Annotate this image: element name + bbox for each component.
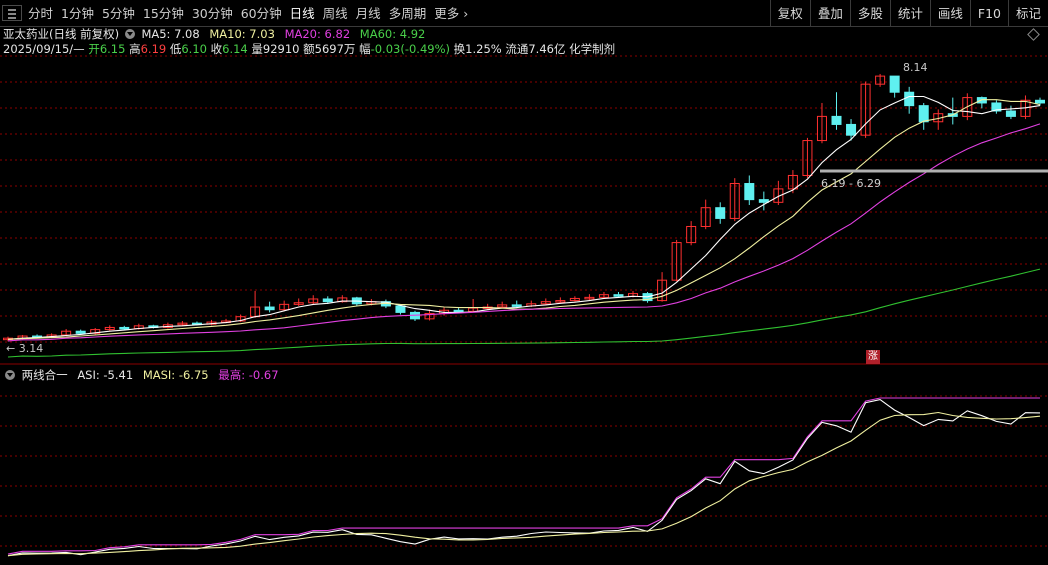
candle-down [119,326,130,330]
candle-down [1034,99,1046,104]
moving-averages [7,95,1041,358]
stock-name: 亚太药业(日线 前复权) [3,27,120,41]
candle-down [453,309,464,313]
change-label: 幅 [359,42,371,56]
close-label: 收 [210,42,223,56]
candle-down [613,294,624,297]
amount-value: 5697万 [314,42,356,56]
candle-down [264,306,275,311]
ma-toggle-icon[interactable] [124,29,135,39]
candle-down [322,298,333,303]
ma20-value: MA20: 6.82 [284,27,351,41]
low-label: 低 [169,42,182,56]
asi-line [7,399,1041,557]
high-price-marker: 8.14 [903,61,928,74]
ma5-value: MA5: 7.08 [141,27,200,41]
candle-down [1005,110,1016,117]
candle-down [918,105,929,123]
candle-down [395,305,406,313]
volume-label: 量 [251,42,263,56]
indicator-name[interactable]: 两线合一 [22,368,68,382]
bar-date: 2025/09/15/— [3,42,85,56]
masi-value: MASI: -6.75 [142,368,209,382]
range-label: 6.19 - 6.29 [821,177,881,190]
candlesticks [2,73,1046,342]
indicator-toggle-icon[interactable] [5,370,15,380]
masi-line [7,411,1041,557]
sector-value: 化学制剂 [569,42,616,56]
ma5-line [7,95,1041,340]
candle-down [831,115,842,125]
close-value: 6.14 [222,42,248,56]
ma60-value: MA60: 4.92 [359,27,426,41]
amount-label: 额 [303,42,315,56]
grid-lines [0,55,1048,547]
asi-highest-line [7,397,1040,555]
ma10-value: MA10: 7.03 [209,27,275,41]
candle-down [75,330,86,334]
high-value: 6.19 [140,42,167,56]
asi-indicator [7,397,1041,557]
open-label: 开 [88,42,100,56]
candle-down [904,91,915,107]
ma60-line [7,268,1041,358]
candle-down [889,75,900,93]
candle-down [758,199,769,203]
quote-info-row: 2025/09/15/— 开6.15 高6.19 低6.10 收6.14 量92… [3,42,615,57]
change-value: -0.03(-0.49%) [370,42,450,56]
highest-value: 最高: -0.67 [218,368,279,382]
low-value: 6.10 [181,42,207,56]
asi-value: ASI: -5.41 [77,368,134,382]
turnover-value: 换1.25% [453,42,502,56]
high-label: 高 [129,42,141,56]
candle-down [744,183,755,201]
ma-info-row: 亚太药业(日线 前复权) MA5: 7.08 MA10: 7.03 MA20: … [3,27,425,42]
ma10-line [7,99,1041,340]
candle-down [511,304,522,307]
stock-chart[interactable] [0,0,1048,565]
open-value: 6.15 [99,42,126,56]
volume-value: 92910 [262,42,300,56]
float-cap-value: 流通7.46亿 [505,42,566,56]
indicator-header: 两线合一 ASI: -5.41 MASI: -6.75 最高: -0.67 [3,368,279,382]
candle-down [715,207,726,219]
limit-up-badge: 涨 [866,350,880,364]
candle-down [846,123,857,136]
low-price-marker: ← 3.14 [6,342,44,355]
ma20-line [7,123,1041,342]
